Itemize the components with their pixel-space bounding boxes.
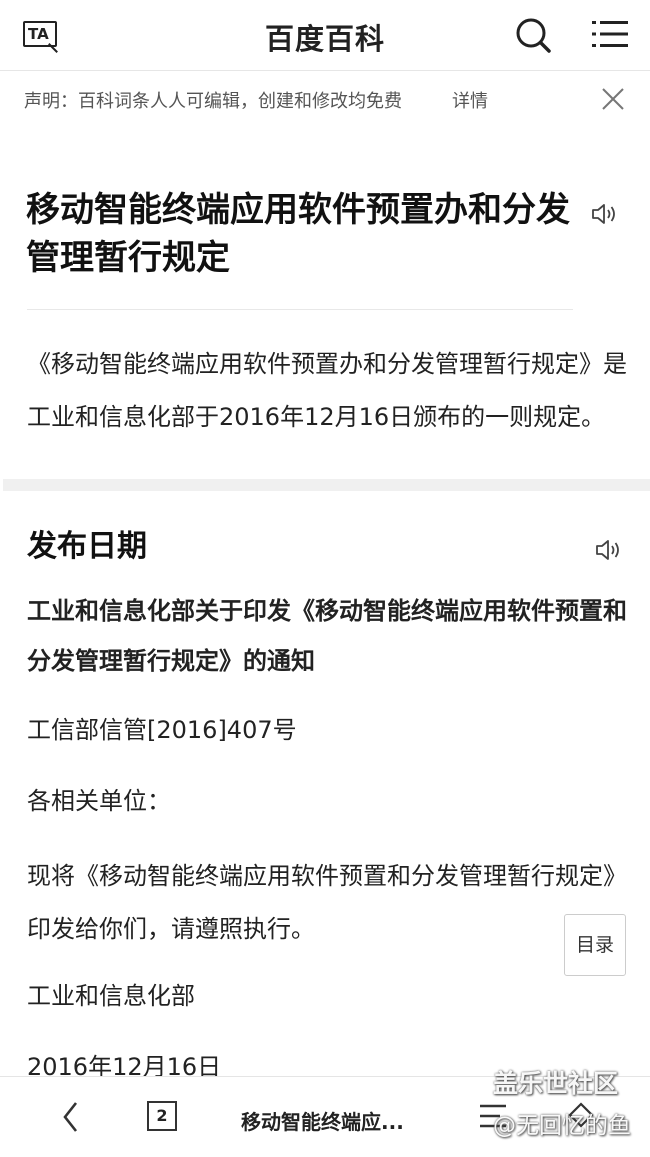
disclaimer-detail-link[interactable]: 详情 xyxy=(452,87,488,113)
menu-icon[interactable] xyxy=(592,18,628,50)
speaker-icon[interactable] xyxy=(594,536,622,564)
top-bar: TA 百度百科 xyxy=(0,0,650,71)
article-title: 移动智能终端应用软件预置办和分发管理暂行规定 xyxy=(26,190,570,278)
search-icon[interactable] xyxy=(514,16,552,54)
disclaimer-text: 声明：百科词条人人可编辑，创建和修改均免费 xyxy=(24,91,402,112)
brand-title[interactable]: 百度百科 xyxy=(0,16,650,58)
watermark-user: @无回忆的鱼 xyxy=(493,1113,631,1139)
speaker-icon[interactable] xyxy=(590,200,618,228)
title-divider xyxy=(27,309,573,310)
section-title: 发布日期 xyxy=(27,529,147,564)
back-icon[interactable] xyxy=(56,1100,86,1134)
toc-button[interactable]: 目录 xyxy=(564,914,626,976)
bottom-page-title[interactable]: 移动智能终端应... xyxy=(241,1106,404,1135)
section-separator xyxy=(3,479,650,491)
notice-heading: 工业和信息化部关于印发《移动智能终端应用软件预置和分发管理暂行规定》的通知 xyxy=(27,597,627,675)
tabs-count[interactable]: 2 xyxy=(146,1100,178,1132)
watermark-brand: 盖乐世社区 xyxy=(493,1069,619,1098)
notice-body: 现将《移动智能终端应用软件预置和分发管理暂行规定》印发给你们，请遵照执行。 xyxy=(27,862,627,943)
disclaimer-bar: 声明：百科词条人人可编辑，创建和修改均免费 详情 xyxy=(0,71,650,126)
document-number: 工信部信管[2016]407号 xyxy=(27,716,297,744)
article-summary: 《移动智能终端应用软件预置办和分发管理暂行规定》是工业和信息化部于2016年12… xyxy=(27,350,627,431)
close-icon[interactable] xyxy=(600,86,626,112)
salutation: 各相关单位： xyxy=(27,787,171,815)
issuer: 工业和信息化部 xyxy=(27,982,195,1010)
